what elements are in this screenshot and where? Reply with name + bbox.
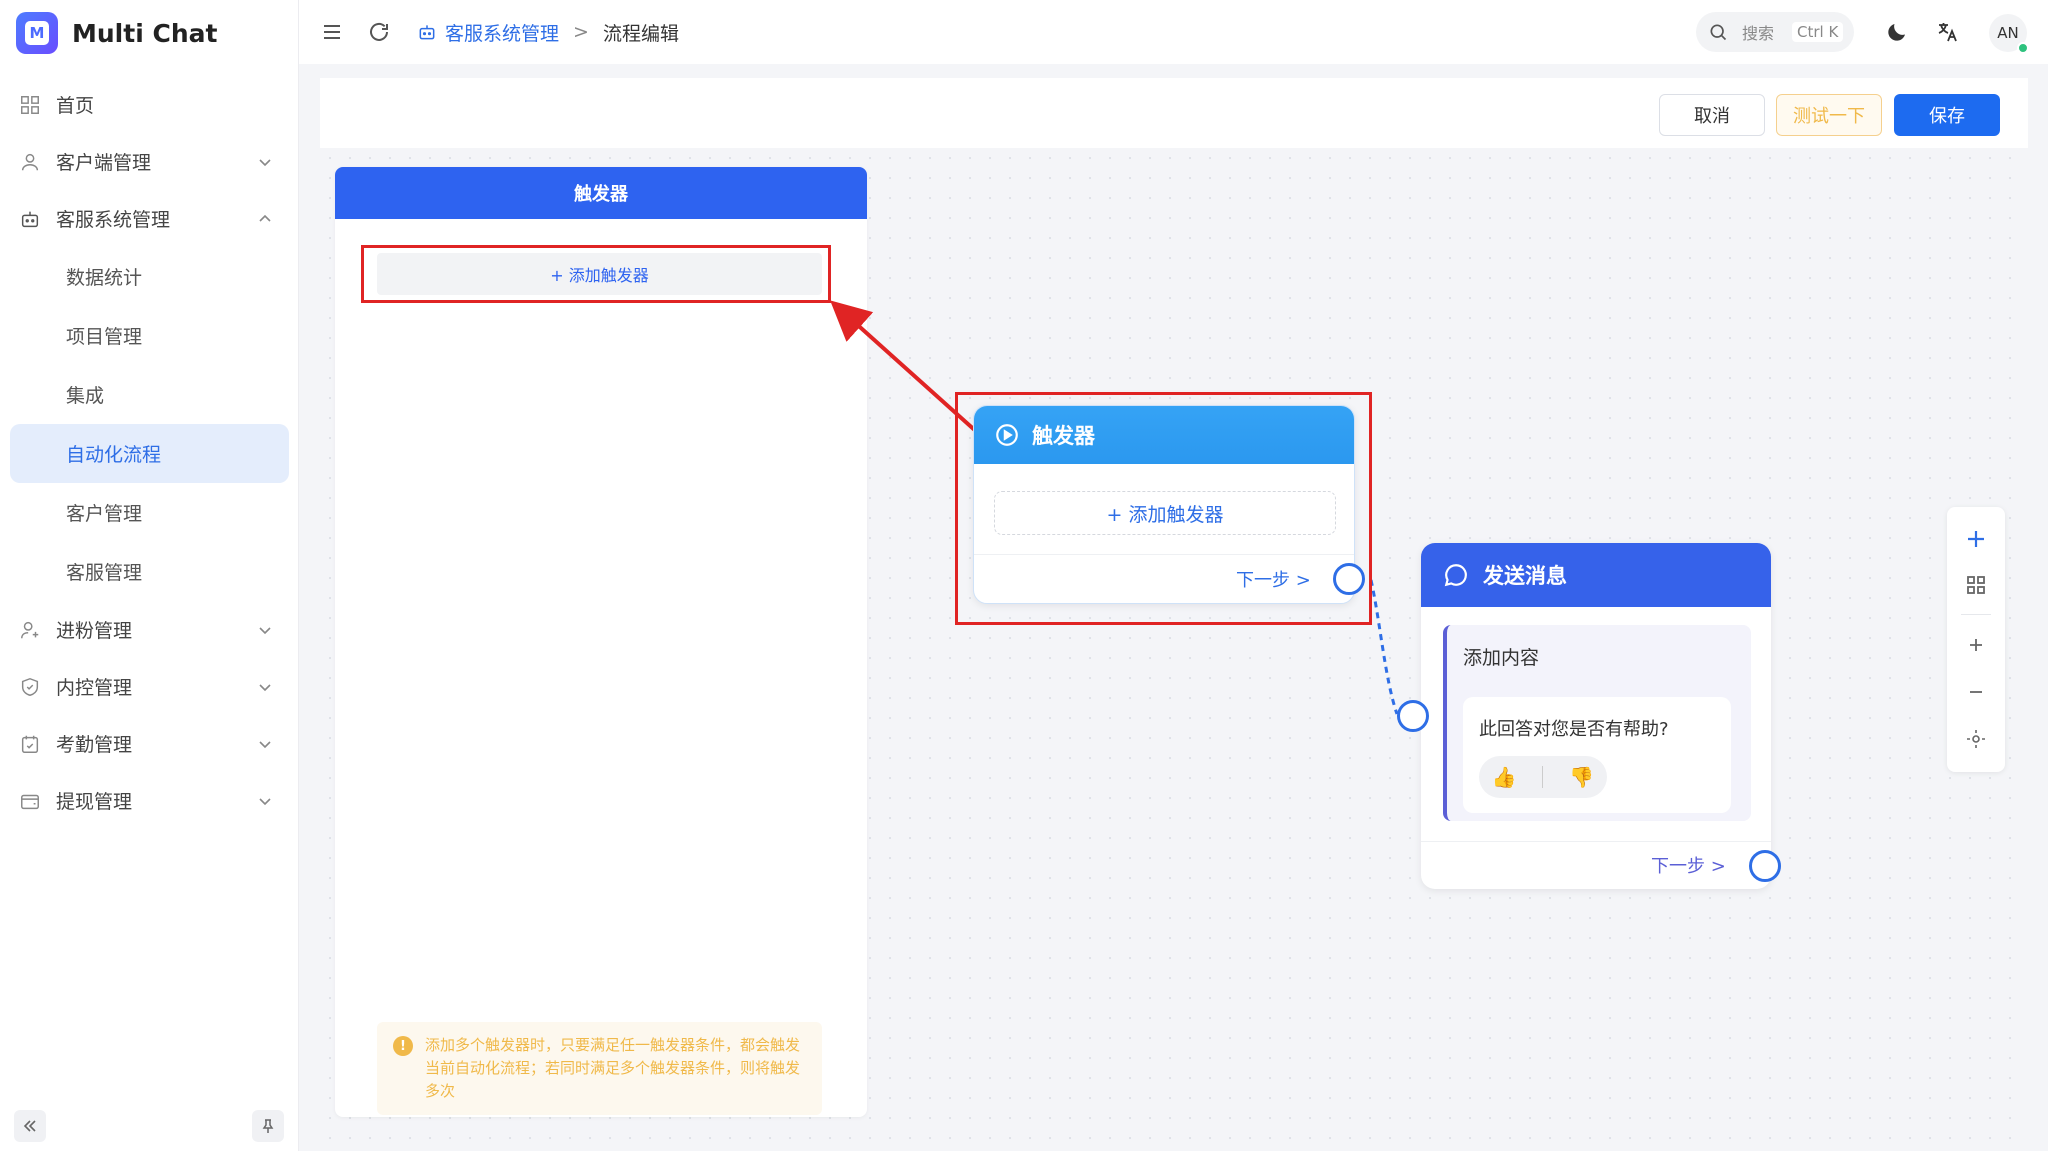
send-message-node[interactable]: 发送消息 添加内容 此回答对您是否有帮助? 👍 👎 下一步 > [1421,543,1771,889]
send-message-input-port[interactable] [1397,700,1429,732]
message-content-title: 添加内容 [1463,647,1540,669]
add-node-icon[interactable] [1964,527,1988,551]
zoom-in-icon[interactable] [1964,633,1988,657]
canvas-zoom-toolbar [1947,507,2005,772]
layout-grid-icon[interactable] [1964,573,1988,597]
send-message-header: 发送消息 [1421,543,1771,607]
zoom-out-icon[interactable] [1964,680,1988,704]
send-message-next-link[interactable]: 下一步 > [1651,852,1726,878]
send-message-output-port[interactable] [1749,850,1781,882]
feedback-question: 此回答对您是否有帮助? [1479,719,1669,740]
divider [974,554,1354,555]
highlight-box-panel [361,245,831,303]
fit-view-icon[interactable] [1964,727,1988,751]
node-connector [1369,579,1399,715]
thumbs-down-icon[interactable]: 👎 [1569,765,1594,789]
trigger-node-next-link[interactable]: 下一步 > [1236,566,1311,592]
divider [1961,614,1991,615]
trigger-node-add-button[interactable]: + 添加触发器 [994,491,1336,535]
trigger-node[interactable]: 触发器 + 添加触发器 下一步 > [973,405,1355,604]
thumbs-up-icon[interactable]: 👍 [1492,765,1517,789]
message-content-block[interactable]: 添加内容 此回答对您是否有帮助? 👍 👎 [1443,625,1751,821]
send-message-title: 发送消息 [1483,564,1567,588]
chat-bubble-icon [1444,564,1467,587]
divider [1421,841,1771,842]
feedback-buttons: 👍 👎 [1479,756,1607,798]
message-card: 此回答对您是否有帮助? 👍 👎 [1463,697,1731,813]
trigger-node-header: 触发器 [974,406,1354,464]
trigger-node-output-port[interactable] [1333,563,1365,595]
play-circle-icon [996,424,1018,446]
trigger-node-title: 触发器 [1032,424,1095,448]
divider [1542,766,1544,788]
